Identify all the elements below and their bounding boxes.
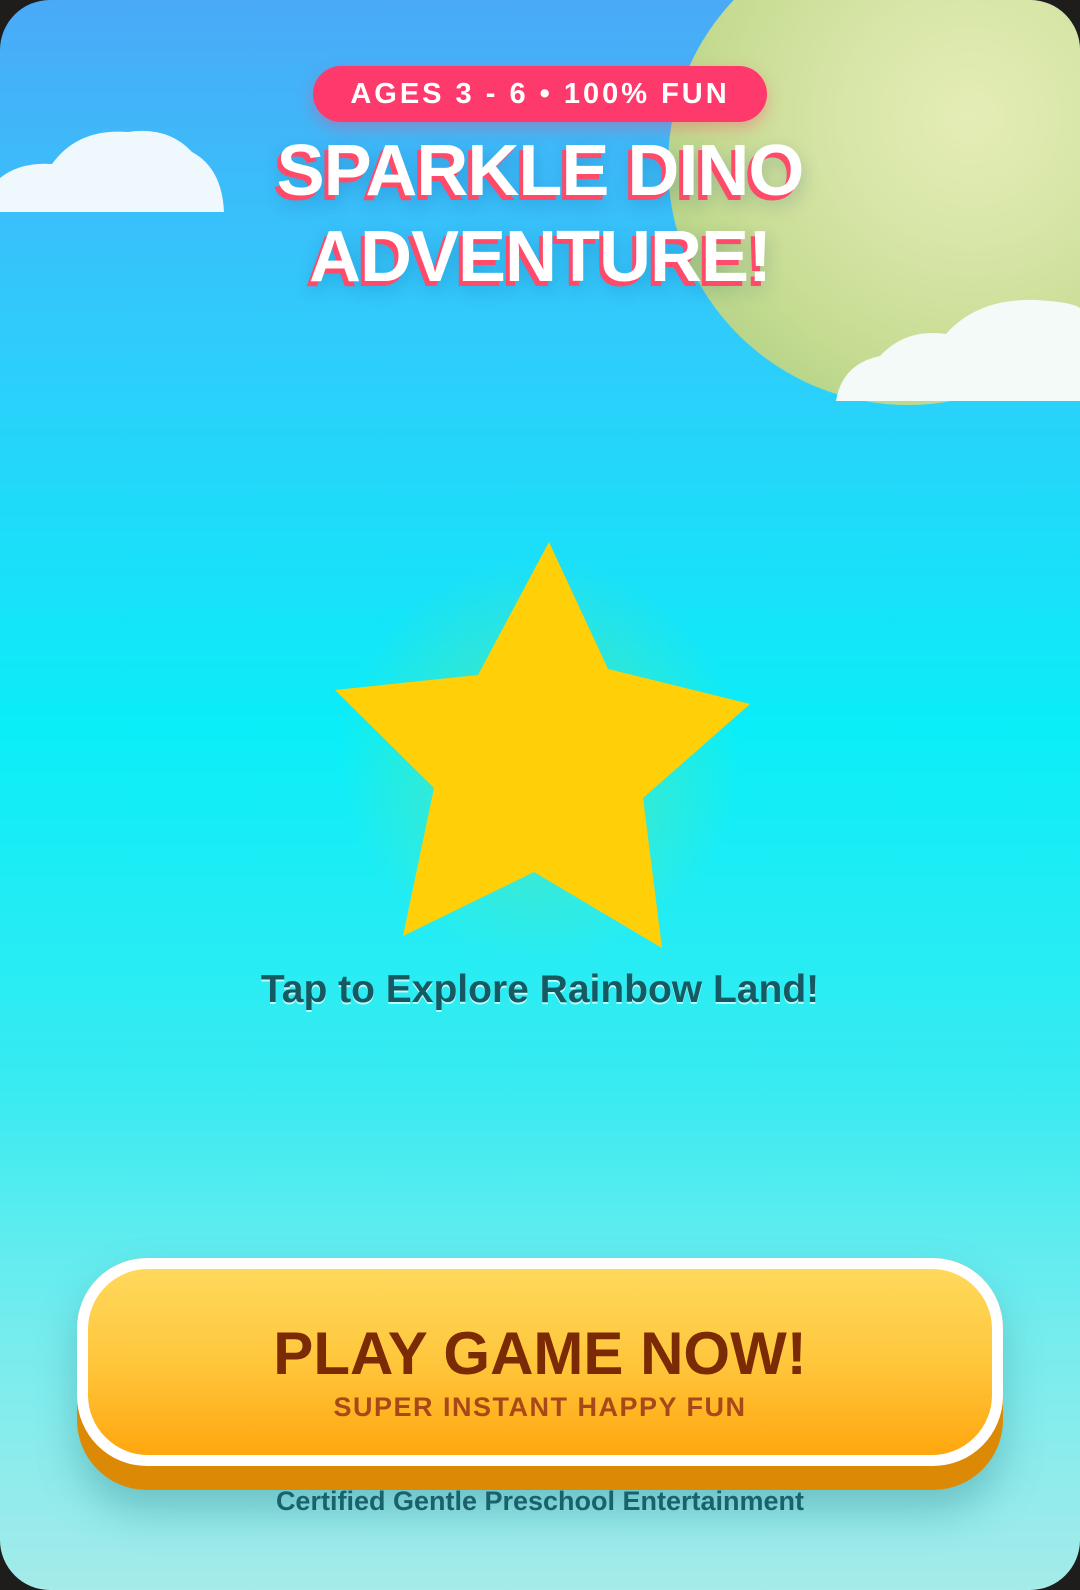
age-badge: AGES 3 - 6 • 100% FUN	[313, 66, 767, 122]
play-game-button[interactable]: PLAY GAME NOW! SUPER INSTANT HAPPY FUN	[77, 1258, 1003, 1490]
star-icon[interactable]	[325, 535, 755, 955]
tap-to-explore-prompt[interactable]: Tap to Explore Rainbow Land!	[0, 968, 1080, 1012]
game-screen: AGES 3 - 6 • 100% FUN SPARKLE DINO ADVEN…	[0, 0, 1080, 1590]
play-button-sublabel: SUPER INSTANT HAPPY FUN	[333, 1392, 747, 1422]
play-button-label: PLAY GAME NOW!	[273, 1320, 807, 1387]
game-title: SPARKLE DINO ADVENTURE!	[0, 128, 1080, 300]
game-title-line-2: ADVENTURE!	[308, 217, 772, 297]
play-button-border: PLAY GAME NOW! SUPER INSTANT HAPPY FUN	[77, 1258, 1003, 1466]
cloud-right-decoration	[836, 299, 1080, 401]
game-title-line-1: SPARKLE DINO	[276, 131, 805, 211]
play-button-face: PLAY GAME NOW! SUPER INSTANT HAPPY FUN	[88, 1269, 992, 1455]
footer-certification: Certified Gentle Preschool Entertainment	[275, 1486, 805, 1516]
